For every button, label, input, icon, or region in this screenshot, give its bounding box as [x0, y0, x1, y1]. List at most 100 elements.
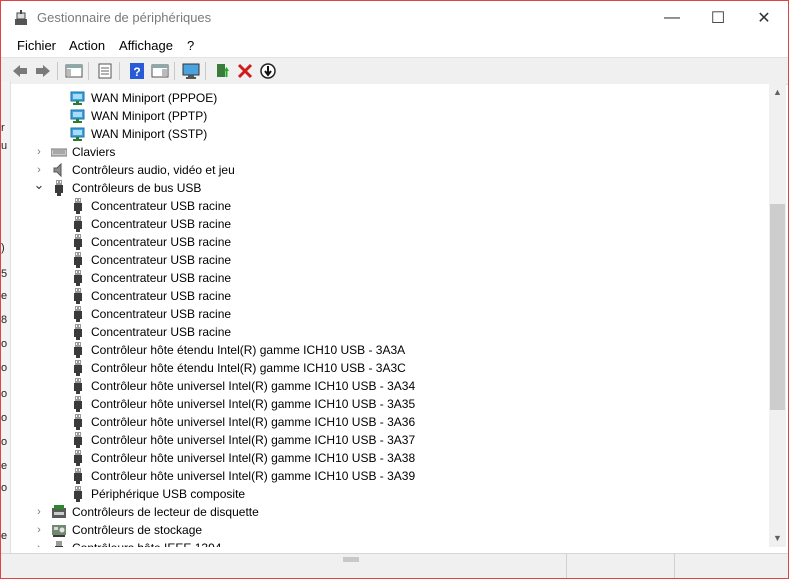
maximize-icon: ☐	[710, 10, 726, 27]
vertical-scrollbar[interactable]: ▲ ▼	[769, 84, 786, 547]
toolbar: ?	[1, 57, 788, 85]
clipped-text-fragment: r	[1, 122, 5, 134]
floppy-controller-icon	[52, 505, 66, 518]
help-icon[interactable]: ?	[128, 62, 146, 80]
tree-node[interactable]: WAN Miniport (SSTP)	[11, 125, 751, 143]
title-bar[interactable]: Gestionnaire de périphériques — ☐ ✕	[1, 1, 788, 35]
tree-node-label: Concentrateur USB racine	[91, 289, 232, 303]
tree-node-label: Contrôleur hôte universel Intel(R) gamme…	[91, 379, 416, 393]
clipped-text-fragment: o	[1, 388, 8, 400]
menu-affichage[interactable]: Affichage	[119, 38, 173, 54]
menu-action[interactable]: Action	[69, 38, 105, 54]
usb-icon	[74, 432, 82, 448]
tree-node[interactable]: WAN Miniport (PPTP)	[11, 107, 751, 125]
tree-node-label: WAN Miniport (SSTP)	[91, 127, 208, 141]
network-adapter-icon	[70, 91, 85, 105]
tree-node-label: Concentrateur USB racine	[91, 307, 232, 321]
tree-node[interactable]: ⌄ Contrôleurs de bus USB	[11, 178, 751, 197]
clipped-text-fragment: e	[1, 460, 8, 472]
tree-node[interactable]: Contrôleur hôte étendu Intel(R) gamme IC…	[11, 359, 751, 377]
scroll-up-icon[interactable]: ▲	[769, 84, 786, 101]
properties-icon[interactable]	[96, 62, 114, 80]
uninstall-device-icon[interactable]	[236, 62, 254, 80]
tree-node[interactable]: Concentrateur USB racine	[11, 323, 751, 341]
tree-node-label: WAN Miniport (PPPOE)	[91, 91, 218, 105]
tree-node[interactable]: Concentrateur USB racine	[11, 215, 751, 233]
tree-node[interactable]: Concentrateur USB racine	[11, 287, 751, 305]
status-separator	[566, 553, 567, 578]
tree-node-label: Concentrateur USB racine	[91, 271, 232, 285]
tree-node[interactable]: Contrôleur hôte universel Intel(R) gamme…	[11, 467, 751, 485]
tree-node[interactable]: Périphérique USB composite	[11, 485, 751, 503]
clipped-text-fragment: o	[1, 436, 8, 448]
tree-node-label: Contrôleurs de stockage	[72, 523, 203, 537]
tree-node[interactable]: Concentrateur USB racine	[11, 269, 751, 287]
speaker-icon	[53, 162, 62, 178]
tree-node-label: Concentrateur USB racine	[91, 217, 232, 231]
scrollbar-thumb[interactable]	[770, 204, 785, 410]
left-clipped-pane: ru)5e8oooooeoee	[1, 81, 11, 559]
toolbar-separator	[119, 62, 120, 80]
tree-node-label: Contrôleur hôte étendu Intel(R) gamme IC…	[91, 343, 406, 357]
status-bar	[1, 553, 788, 578]
clipped-text-fragment: u	[1, 140, 8, 152]
minimize-button[interactable]: —	[649, 1, 695, 35]
tree-node[interactable]: WAN Miniport (PPPOE)	[11, 89, 751, 107]
clipped-text-fragment: 5	[1, 268, 8, 280]
horizontal-scroll-thumb[interactable]	[343, 557, 359, 562]
menu-help[interactable]: ?	[187, 38, 194, 54]
forward-arrow-icon[interactable]	[34, 62, 52, 80]
scroll-down-icon[interactable]: ▼	[769, 530, 786, 547]
menu-bar: Fichier Action Affichage ?	[1, 35, 788, 57]
device-tree[interactable]: WAN Miniport (PPPOE) WAN Miniport (PPTP) W…	[11, 84, 769, 547]
tree-node-label: Concentrateur USB racine	[91, 199, 232, 213]
show-hide-console-tree-icon[interactable]	[65, 62, 83, 80]
expand-chevron-icon[interactable]: ›	[33, 143, 45, 161]
tree-node[interactable]: › Contrôleurs audio, vidéo et jeu	[11, 161, 751, 179]
tree-node-label: Contrôleur hôte universel Intel(R) gamme…	[91, 451, 416, 465]
tree-node[interactable]: Contrôleur hôte universel Intel(R) gamme…	[11, 431, 751, 449]
tree-node[interactable]: Concentrateur USB racine	[11, 305, 751, 323]
tree-node[interactable]: Contrôleur hôte universel Intel(R) gamme…	[11, 449, 751, 467]
tree-node-label: Contrôleurs audio, vidéo et jeu	[72, 163, 235, 177]
tree-node-label: Périphérique USB composite	[91, 487, 246, 501]
usb-icon	[74, 342, 82, 358]
tree-node-label: Claviers	[72, 145, 116, 159]
tree-node[interactable]: Concentrateur USB racine	[11, 197, 751, 215]
tree-node[interactable]: Contrôleur hôte universel Intel(R) gamme…	[11, 395, 751, 413]
tree-node[interactable]: › Contrôleurs hôte IEEE 1394	[11, 539, 751, 547]
tree-node[interactable]: › Contrôleurs de lecteur de disquette	[11, 503, 751, 521]
expand-chevron-icon[interactable]: ›	[33, 503, 45, 521]
tree-node-label: Concentrateur USB racine	[91, 253, 232, 267]
collapse-chevron-icon[interactable]: ⌄	[33, 178, 45, 197]
disable-device-icon[interactable]	[259, 62, 277, 80]
scan-hardware-icon[interactable]	[182, 62, 200, 80]
tree-node[interactable]: › Contrôleurs de stockage	[11, 521, 751, 539]
toolbar-separator	[57, 62, 58, 80]
tree-node[interactable]: Concentrateur USB racine	[11, 251, 751, 269]
close-button[interactable]: ✕	[741, 1, 787, 35]
back-arrow-icon[interactable]	[11, 62, 29, 80]
toolbar-separator	[174, 62, 175, 80]
update-driver-icon[interactable]	[213, 62, 231, 80]
clipped-text-fragment: o	[1, 482, 8, 494]
usb-icon	[74, 288, 82, 304]
tree-node[interactable]: › Claviers	[11, 143, 751, 161]
tree-node[interactable]: Concentrateur USB racine	[11, 233, 751, 251]
tree-node[interactable]: Contrôleur hôte étendu Intel(R) gamme IC…	[11, 341, 751, 359]
expand-chevron-icon[interactable]: ›	[33, 521, 45, 539]
action-pane-icon[interactable]	[151, 62, 169, 80]
usb-icon	[74, 324, 82, 340]
usb-icon	[74, 396, 82, 412]
menu-fichier[interactable]: Fichier	[17, 38, 56, 54]
usb-icon	[74, 450, 82, 466]
clipped-text-fragment: )	[1, 242, 5, 254]
usb-icon	[74, 234, 82, 250]
tree-node-label: Contrôleurs hôte IEEE 1394	[72, 539, 221, 547]
usb-icon	[74, 486, 82, 502]
expand-chevron-icon[interactable]: ›	[33, 539, 45, 547]
network-adapter-icon	[70, 109, 85, 123]
maximize-button[interactable]: ☐	[695, 1, 741, 35]
tree-node[interactable]: Contrôleur hôte universel Intel(R) gamme…	[11, 413, 751, 431]
tree-node[interactable]: Contrôleur hôte universel Intel(R) gamme…	[11, 377, 751, 395]
